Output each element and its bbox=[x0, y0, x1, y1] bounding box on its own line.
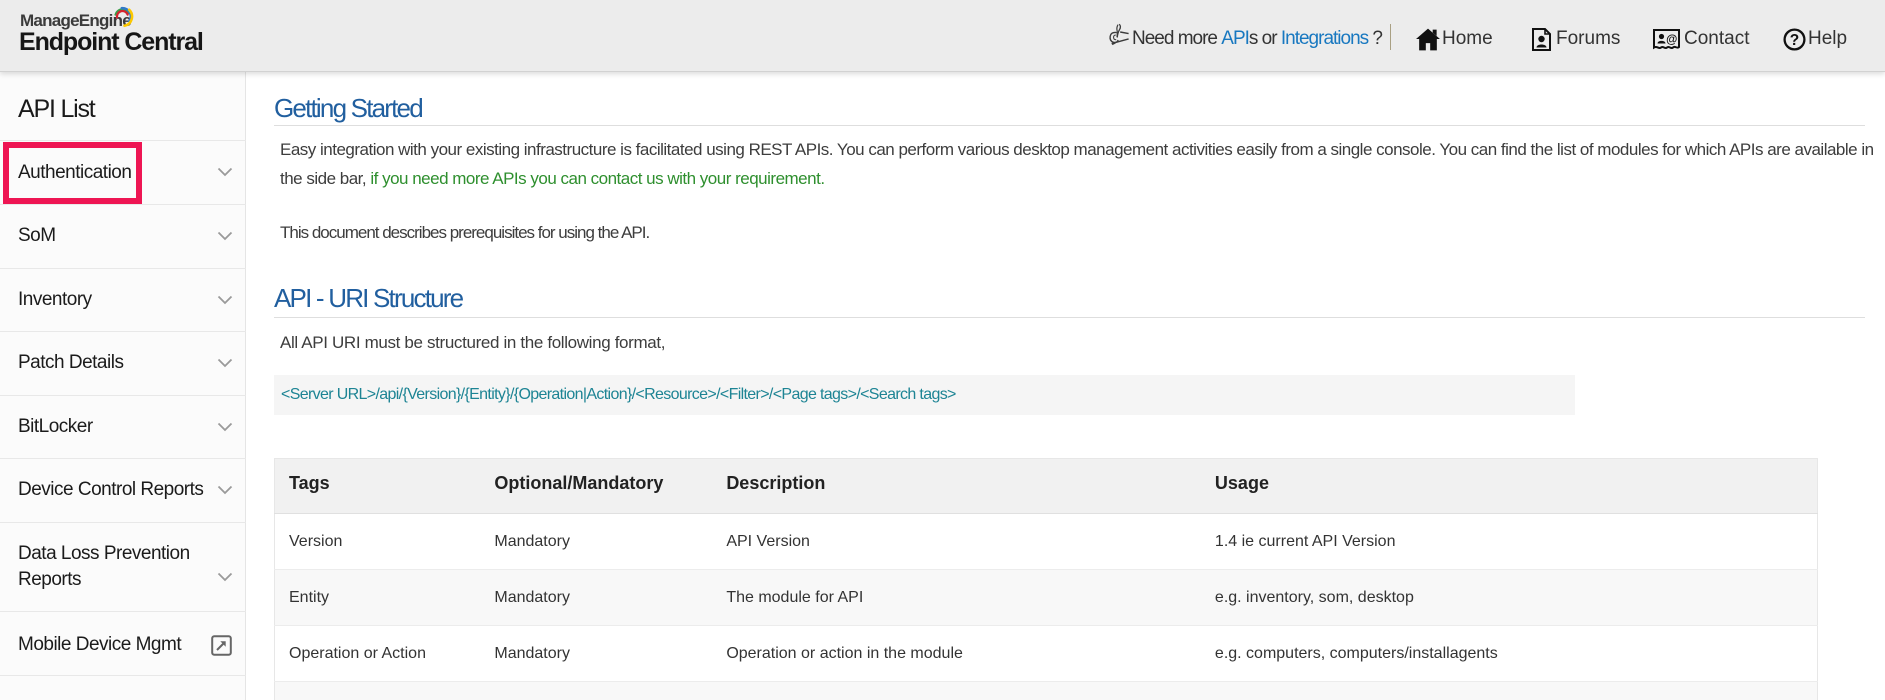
svg-text:?: ? bbox=[1790, 32, 1799, 49]
svg-text:@: @ bbox=[1666, 34, 1677, 46]
